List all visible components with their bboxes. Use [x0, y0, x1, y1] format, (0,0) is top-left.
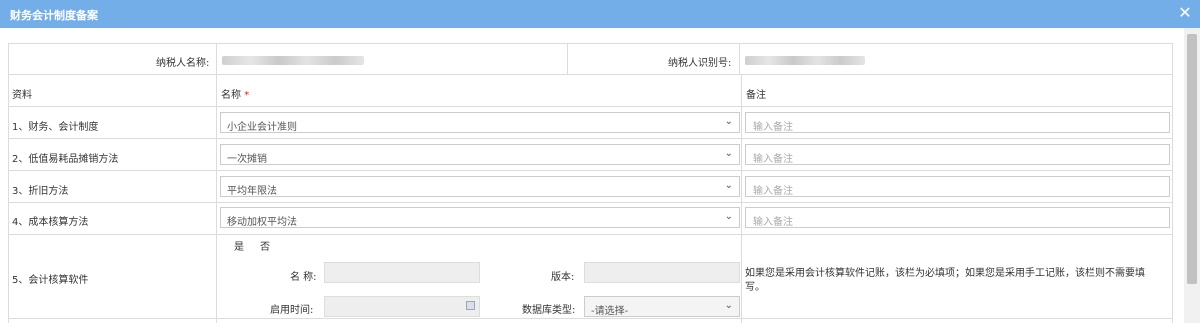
- software-note: 如果您是采用会计核算软件记账，该栏为必填项；如果您是采用手工记账，该栏则不需要填: [745, 268, 1145, 279]
- software-start-label: 启用时间:: [270, 305, 314, 316]
- required-mark: *: [244, 90, 250, 101]
- software-yes-option[interactable]: 是: [234, 238, 244, 253]
- calendar-icon[interactable]: [466, 301, 475, 310]
- select-value: 平均年限法: [227, 186, 277, 197]
- software-version-label: 版本:: [551, 272, 575, 283]
- vertical-scrollbar[interactable]: [1184, 28, 1200, 323]
- row-label-depreciation: 3、折旧方法: [12, 186, 69, 197]
- dialog-title: 财务会计制度备案: [10, 9, 98, 22]
- remark-placeholder: 输入备注: [753, 217, 793, 228]
- row-label-software: 5、会计核算软件: [12, 275, 89, 286]
- row-label-amortization: 2、低值易耗品摊销方法: [12, 154, 119, 165]
- row-label-cost-accounting: 4、成本核算方法: [12, 217, 89, 228]
- remark-placeholder: 输入备注: [753, 122, 793, 133]
- remark-input-3[interactable]: 输入备注: [745, 176, 1170, 197]
- chevron-down-icon: ⌄: [724, 116, 733, 127]
- chevron-down-icon: ⌄: [724, 300, 733, 311]
- taxpayer-id-label: 纳税人识别号:: [668, 58, 732, 69]
- software-start-date-input[interactable]: [324, 296, 480, 317]
- software-name-input[interactable]: [324, 262, 480, 283]
- remark-input-1[interactable]: 输入备注: [745, 112, 1170, 133]
- db-type-label: 数据库类型:: [522, 305, 576, 316]
- close-icon[interactable]: ✕: [1176, 4, 1194, 22]
- remark-input-2[interactable]: 输入备注: [745, 144, 1170, 165]
- accounting-system-select[interactable]: 小企业会计准则 ⌄: [220, 112, 740, 133]
- software-version-input[interactable]: [584, 262, 740, 283]
- scrollbar-thumb[interactable]: [1187, 34, 1197, 284]
- chevron-down-icon: ⌄: [724, 211, 733, 222]
- dialog-titlebar: 财务会计制度备案 ✕: [0, 0, 1200, 28]
- remark-placeholder: 输入备注: [753, 186, 793, 197]
- header-name-text: 名称: [221, 90, 241, 101]
- select-value: 小企业会计准则: [227, 122, 297, 133]
- software-note-cont: 写。: [745, 282, 765, 293]
- software-no-option[interactable]: 否: [260, 238, 270, 253]
- remark-input-4[interactable]: 输入备注: [745, 207, 1170, 228]
- remark-placeholder: 输入备注: [753, 154, 793, 165]
- header-remark: 备注: [746, 90, 766, 101]
- taxpayer-name-value: [222, 56, 364, 65]
- header-material: 资料: [12, 90, 32, 101]
- select-value: 移动加权平均法: [227, 217, 297, 228]
- chevron-down-icon: ⌄: [724, 148, 733, 159]
- amortization-select[interactable]: 一次摊销 ⌄: [220, 144, 740, 165]
- header-name: 名称 *: [221, 86, 249, 101]
- taxpayer-name-label: 纳税人名称:: [156, 58, 210, 69]
- row-label-accounting-system: 1、财务、会计制度: [12, 122, 99, 133]
- software-name-label: 名 称:: [290, 272, 317, 283]
- chevron-down-icon: ⌄: [724, 180, 733, 191]
- select-value: 一次摊销: [227, 154, 267, 165]
- cost-accounting-select[interactable]: 移动加权平均法 ⌄: [220, 207, 740, 228]
- select-value: -请选择-: [591, 306, 629, 317]
- taxpayer-id-value: [745, 56, 865, 65]
- db-type-select[interactable]: -请选择- ⌄: [584, 296, 740, 317]
- depreciation-select[interactable]: 平均年限法 ⌄: [220, 176, 740, 197]
